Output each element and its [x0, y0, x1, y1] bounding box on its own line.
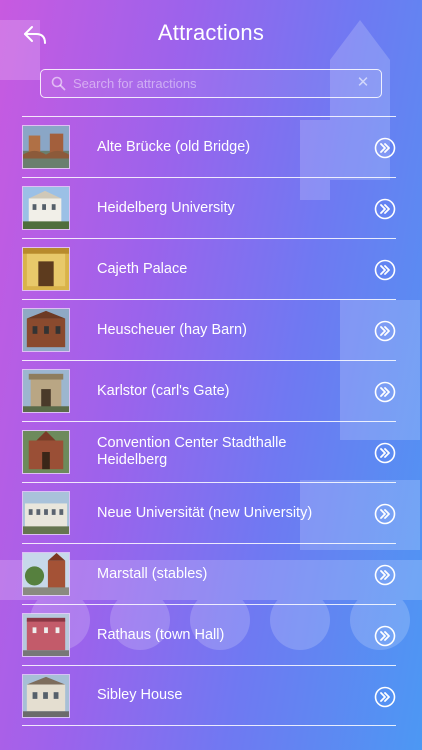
double-chevron-right-icon[interactable] — [374, 503, 396, 525]
attraction-thumbnail — [22, 308, 70, 352]
clear-icon[interactable]: ✕ — [355, 75, 371, 91]
attraction-thumbnail — [22, 674, 70, 718]
attraction-name: Alte Brücke (old Bridge) — [97, 138, 251, 155]
double-chevron-right-icon[interactable] — [374, 259, 396, 281]
double-chevron-right-icon[interactable] — [374, 198, 396, 220]
list-item[interactable]: Heuscheuer (hay Barn) — [22, 299, 396, 360]
attraction-name: Convention Center Stadthalle Heidelberg — [97, 435, 287, 468]
attractions-list: Alte Brücke (old Bridge) Heidelberg Unive… — [22, 116, 396, 726]
list-item[interactable]: Marstall (stables) — [22, 543, 396, 604]
header: Attractions — [0, 0, 422, 66]
attraction-name: Sibley House — [97, 687, 183, 703]
attraction-name: Neue Universität (new University) — [97, 504, 313, 521]
search-bar[interactable]: ✕ — [40, 69, 382, 98]
double-chevron-right-icon[interactable] — [374, 320, 396, 342]
list-item[interactable]: Rathaus (town Hall) — [22, 604, 396, 665]
double-chevron-right-icon[interactable] — [374, 564, 396, 586]
attraction-name: Cajeth Palace — [97, 260, 188, 277]
list-item[interactable]: Sibley House — [22, 665, 396, 726]
page-title: Attractions — [157, 20, 265, 45]
list-item[interactable]: Cajeth Palace — [22, 238, 396, 299]
attraction-thumbnail — [22, 430, 70, 474]
attraction-thumbnail — [22, 613, 70, 657]
double-chevron-right-icon[interactable] — [374, 442, 396, 464]
attraction-thumbnail — [22, 552, 70, 596]
list-item[interactable]: Karlstor (carl's Gate) — [22, 360, 396, 421]
attraction-name: Heuscheuer (hay Barn) — [97, 321, 247, 338]
attraction-thumbnail — [22, 186, 70, 230]
double-chevron-right-icon[interactable] — [374, 137, 396, 159]
double-chevron-right-icon[interactable] — [374, 625, 396, 647]
double-chevron-right-icon[interactable] — [374, 381, 396, 403]
attraction-thumbnail — [22, 369, 70, 413]
list-item[interactable]: Convention Center Stadthalle Heidelberg — [22, 421, 396, 482]
attraction-thumbnail — [22, 247, 70, 291]
list-item[interactable]: Neue Universität (new University) — [22, 482, 396, 543]
list-item[interactable]: Heidelberg University — [22, 177, 396, 238]
double-chevron-right-icon[interactable] — [374, 686, 396, 708]
search-icon — [51, 76, 66, 91]
attraction-thumbnail — [22, 491, 70, 535]
attraction-name: Marstall (stables) — [97, 565, 208, 582]
attraction-name: Karlstor (carl's Gate) — [97, 382, 230, 399]
attraction-thumbnail — [22, 125, 70, 169]
search-input[interactable] — [73, 73, 353, 94]
attraction-name: Heidelberg University — [97, 199, 235, 216]
list-item[interactable]: Alte Brücke (old Bridge) — [22, 116, 396, 177]
attraction-name: Rathaus (town Hall) — [97, 626, 225, 643]
